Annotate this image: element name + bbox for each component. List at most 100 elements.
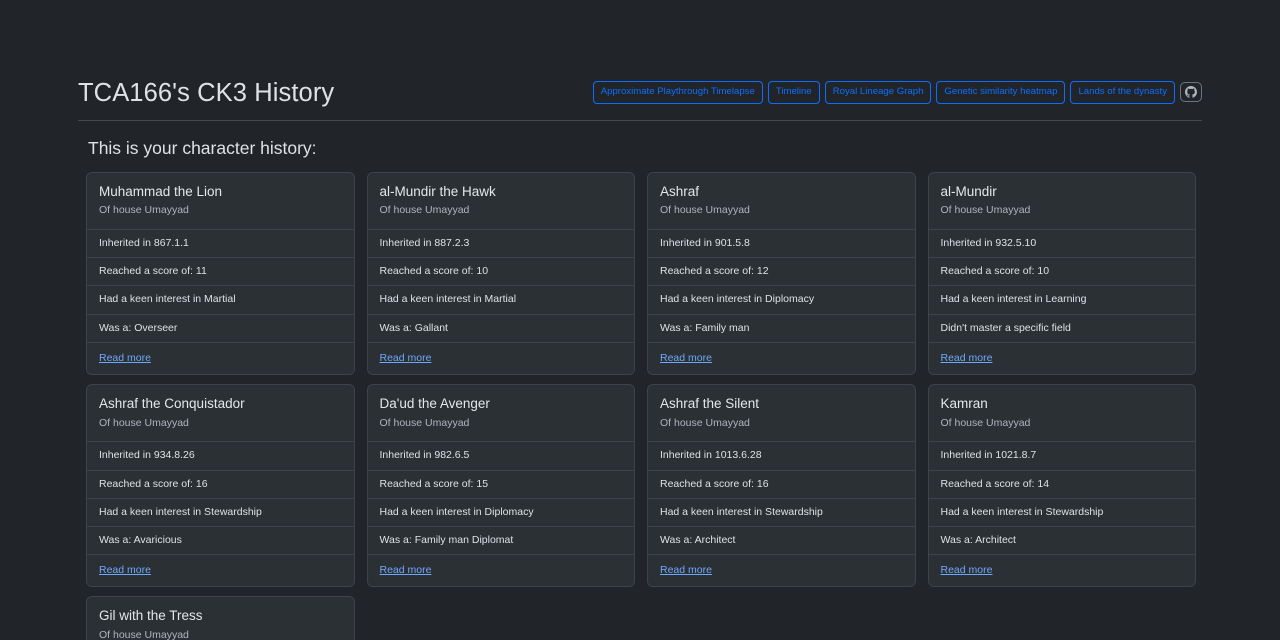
card-title: al-Mundir — [940, 183, 997, 199]
card-title: Ashraf the Conquistador — [99, 395, 245, 411]
nav-button-timelapse[interactable]: Approximate Playthrough Timelapse — [592, 81, 763, 104]
detail-trait: Was a: Architect — [648, 527, 915, 556]
card-column: Gil with the Tress Of house Umayyad Inhe… — [80, 596, 361, 640]
nav-button-royal-lineage-graph[interactable]: Royal Lineage Graph — [824, 81, 932, 104]
detail-score: Reached a score of: 12 — [648, 258, 915, 287]
detail-inherited: Inherited in 932.5.10 — [928, 230, 1195, 259]
card-header: Ashraf the Silent Of house Umayyad — [648, 385, 915, 442]
card-header: Da'ud the Avenger Of house Umayyad — [368, 385, 635, 442]
card-header: al-Mundir Of house Umayyad — [929, 173, 1196, 230]
detail-trait: Was a: Family man Diplomat — [367, 527, 634, 556]
card-detail-list: Inherited in 934.8.26 Reached a score of… — [87, 441, 354, 587]
card-subtitle: Of house Umayyad — [940, 204, 1031, 217]
detail-trait: Was a: Family man — [648, 314, 915, 343]
character-card-grid: Muhammad the Lion Of house Umayyad Inher… — [80, 171, 1203, 640]
character-card[interactable]: al-Mundir the Hawk Of house Umayyad Inhe… — [366, 171, 635, 375]
card-column: Da'ud the Avenger Of house Umayyad Inher… — [361, 383, 642, 588]
detail-interest: Had a keen interest in Stewardship — [87, 498, 354, 527]
detail-score: Reached a score of: 16 — [648, 470, 915, 499]
card-subtitle: Of house Umayyad — [99, 204, 189, 217]
card-detail-list: Inherited in 1021.8.7 Reached a score of… — [928, 441, 1195, 587]
card-detail-list: Inherited in 887.2.3 Reached a score of:… — [367, 229, 634, 374]
card-column: Kamran Of house Umayyad Inherited in 102… — [922, 383, 1203, 588]
detail-trait: Didn't master a specific field — [928, 314, 1195, 343]
character-card[interactable]: Ashraf the Conquistador Of house Umayyad… — [86, 383, 355, 588]
detail-score: Reached a score of: 16 — [87, 470, 354, 499]
card-column: Ashraf Of house Umayyad Inherited in 901… — [641, 171, 922, 375]
detail-score: Reached a score of: 10 — [928, 258, 1195, 287]
card-header: Ashraf Of house Umayyad — [648, 173, 915, 230]
character-card[interactable]: Ashraf the Silent Of house Umayyad Inher… — [647, 383, 916, 588]
card-footer: Read more — [367, 342, 634, 374]
card-header: Ashraf the Conquistador Of house Umayyad — [87, 385, 354, 442]
page-title: TCA166's CK3 History — [78, 79, 335, 107]
card-column: Ashraf the Conquistador Of house Umayyad… — [80, 383, 361, 588]
read-more-link[interactable]: Read more — [941, 352, 993, 364]
character-card[interactable]: Kamran Of house Umayyad Inherited in 102… — [927, 383, 1196, 588]
card-footer: Read more — [367, 555, 634, 587]
detail-interest: Had a keen interest in Diplomacy — [648, 286, 915, 315]
character-card[interactable]: Gil with the Tress Of house Umayyad Inhe… — [86, 596, 355, 640]
card-column: Muhammad the Lion Of house Umayyad Inher… — [80, 171, 361, 375]
detail-interest: Had a keen interest in Martial — [367, 286, 634, 315]
card-footer: Read more — [87, 342, 354, 374]
detail-inherited: Inherited in 1021.8.7 — [928, 442, 1195, 471]
github-link-button[interactable] — [1180, 82, 1202, 103]
github-icon — [1185, 86, 1197, 99]
read-more-link[interactable]: Read more — [660, 564, 712, 576]
card-column: Ashraf the Silent Of house Umayyad Inher… — [641, 383, 922, 588]
detail-score: Reached a score of: 10 — [367, 258, 634, 287]
character-card[interactable]: Ashraf Of house Umayyad Inherited in 901… — [647, 171, 916, 375]
header-nav-buttons: Approximate Playthrough Timelapse Timeli… — [592, 81, 1202, 106]
card-subtitle: Of house Umayyad — [379, 204, 470, 217]
page-root: TCA166's CK3 History Approximate Playthr… — [0, 0, 1280, 640]
character-card[interactable]: al-Mundir Of house Umayyad Inherited in … — [927, 171, 1196, 375]
detail-interest: Had a keen interest in Stewardship — [648, 498, 915, 527]
card-title: Gil with the Tress — [99, 608, 203, 624]
card-subtitle: Of house Umayyad — [379, 416, 470, 429]
character-card[interactable]: Da'ud the Avenger Of house Umayyad Inher… — [366, 383, 635, 588]
read-more-link[interactable]: Read more — [99, 352, 151, 364]
card-footer: Read more — [928, 342, 1195, 374]
detail-trait: Was a: Gallant — [367, 314, 634, 343]
detail-inherited: Inherited in 867.1.1 — [87, 230, 354, 259]
detail-score: Reached a score of: 11 — [87, 258, 354, 287]
detail-interest: Had a keen interest in Diplomacy — [367, 498, 634, 527]
card-detail-list: Inherited in 867.1.1 Reached a score of:… — [87, 229, 354, 374]
card-detail-list: Inherited in 982.6.5 Reached a score of:… — [367, 441, 634, 587]
read-more-link[interactable]: Read more — [660, 352, 712, 364]
read-more-link[interactable]: Read more — [380, 352, 432, 364]
nav-button-genetic-similarity-heatmap[interactable]: Genetic similarity heatmap — [936, 81, 1066, 104]
nav-button-timeline[interactable]: Timeline — [767, 81, 820, 104]
detail-interest: Had a keen interest in Learning — [928, 286, 1195, 315]
card-column: al-Mundir the Hawk Of house Umayyad Inhe… — [361, 171, 642, 375]
detail-inherited: Inherited in 934.8.26 — [87, 442, 354, 471]
card-title: Da'ud the Avenger — [379, 395, 490, 411]
detail-score: Reached a score of: 15 — [367, 470, 634, 499]
card-detail-list: Inherited in 932.5.10 Reached a score of… — [928, 229, 1195, 374]
card-subtitle: Of house Umayyad — [99, 629, 189, 640]
card-footer: Read more — [87, 555, 354, 587]
detail-trait: Was a: Architect — [928, 527, 1195, 556]
detail-inherited: Inherited in 901.5.8 — [648, 230, 915, 259]
subheading: This is your character history: — [88, 137, 317, 158]
site-header: TCA166's CK3 History Approximate Playthr… — [78, 78, 1202, 121]
card-title: Kamran — [940, 395, 988, 411]
read-more-link[interactable]: Read more — [941, 564, 993, 576]
card-header: Muhammad the Lion Of house Umayyad — [87, 173, 354, 230]
read-more-link[interactable]: Read more — [380, 564, 432, 576]
card-subtitle: Of house Umayyad — [660, 416, 750, 429]
detail-score: Reached a score of: 14 — [928, 470, 1195, 499]
page-container: TCA166's CK3 History Approximate Playthr… — [78, 0, 1202, 640]
card-detail-list: Inherited in 1013.6.28 Reached a score o… — [648, 441, 915, 587]
detail-inherited: Inherited in 982.6.5 — [367, 442, 634, 471]
detail-trait: Was a: Avaricious — [87, 527, 354, 556]
card-subtitle: Of house Umayyad — [99, 416, 189, 429]
character-card[interactable]: Muhammad the Lion Of house Umayyad Inher… — [86, 171, 355, 375]
card-header: al-Mundir the Hawk Of house Umayyad — [368, 173, 635, 230]
read-more-link[interactable]: Read more — [99, 564, 151, 576]
card-footer: Read more — [648, 555, 915, 587]
nav-button-lands-of-the-dynasty[interactable]: Lands of the dynasty — [1070, 81, 1175, 104]
card-header: Kamran Of house Umayyad — [929, 385, 1196, 442]
card-column: al-Mundir Of house Umayyad Inherited in … — [922, 171, 1203, 375]
